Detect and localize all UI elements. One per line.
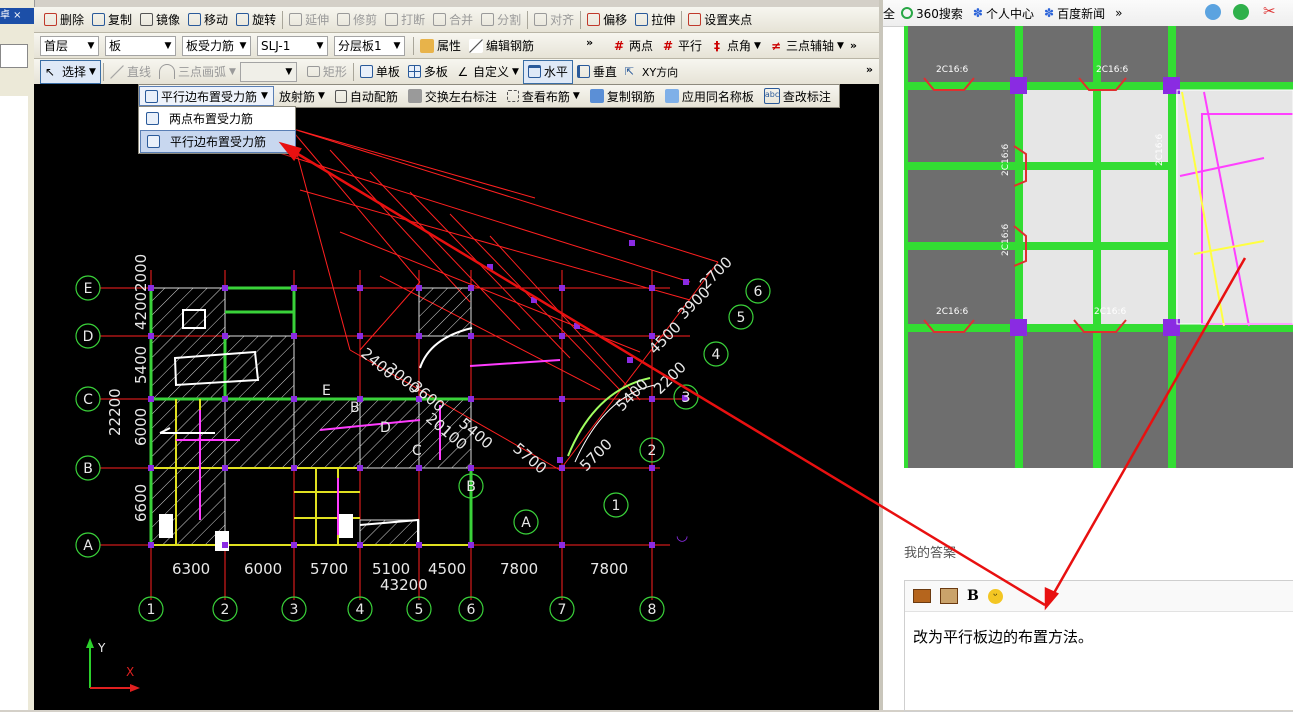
arrow-head-icon xyxy=(278,141,302,162)
arrow-to-editor xyxy=(1048,257,1247,601)
annotation-arrows xyxy=(278,141,1247,611)
arrow-to-menu xyxy=(287,146,1046,607)
